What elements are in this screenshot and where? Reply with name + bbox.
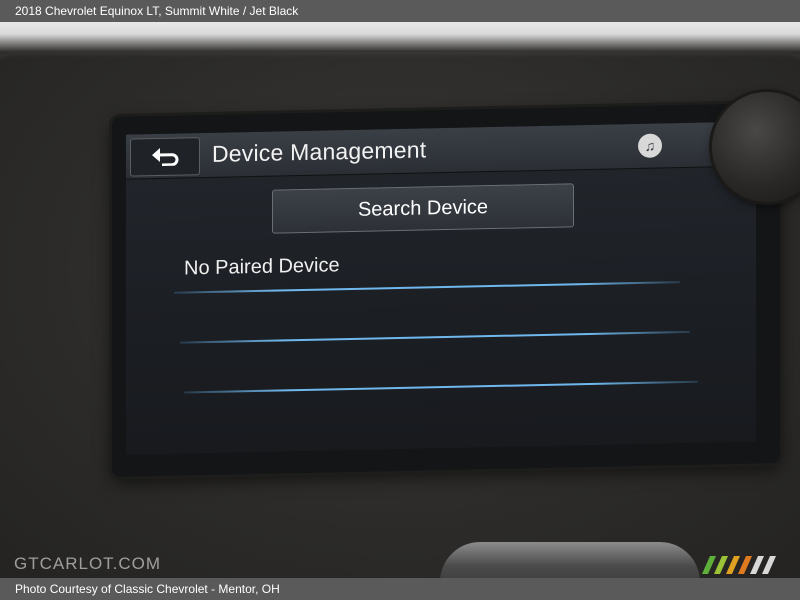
caption-bar-bottom: Photo Courtesy of Classic Chevrolet - Me… bbox=[0, 578, 800, 600]
gtcarlot-logo-icon bbox=[702, 556, 776, 574]
air-vent bbox=[440, 542, 700, 578]
infotainment-screen: Device Management ♫ Search Device No Pai… bbox=[126, 121, 756, 455]
watermark-text: GTCARLOT.COM bbox=[14, 554, 162, 573]
list-divider bbox=[174, 281, 680, 294]
back-arrow-icon bbox=[152, 147, 179, 167]
infotainment-frame: Device Management ♫ Search Device No Pai… bbox=[112, 103, 780, 477]
caption-title: 2018 Chevrolet Equinox LT, Summit White … bbox=[15, 4, 299, 18]
screen-header: Device Management ♫ bbox=[126, 121, 756, 180]
list-divider bbox=[184, 380, 698, 394]
back-button[interactable] bbox=[130, 137, 200, 177]
photo-credit: Photo Courtesy of Classic Chevrolet - Me… bbox=[15, 582, 280, 596]
dashboard-photo: Device Management ♫ Search Device No Pai… bbox=[0, 22, 800, 578]
caption-bar-top: 2018 Chevrolet Equinox LT, Summit White … bbox=[0, 0, 800, 22]
music-note-icon[interactable]: ♫ bbox=[638, 133, 662, 158]
list-divider bbox=[180, 330, 690, 344]
status-text: No Paired Device bbox=[184, 254, 340, 280]
page-title: Device Management bbox=[212, 136, 427, 167]
search-device-button[interactable]: Search Device bbox=[272, 183, 574, 234]
